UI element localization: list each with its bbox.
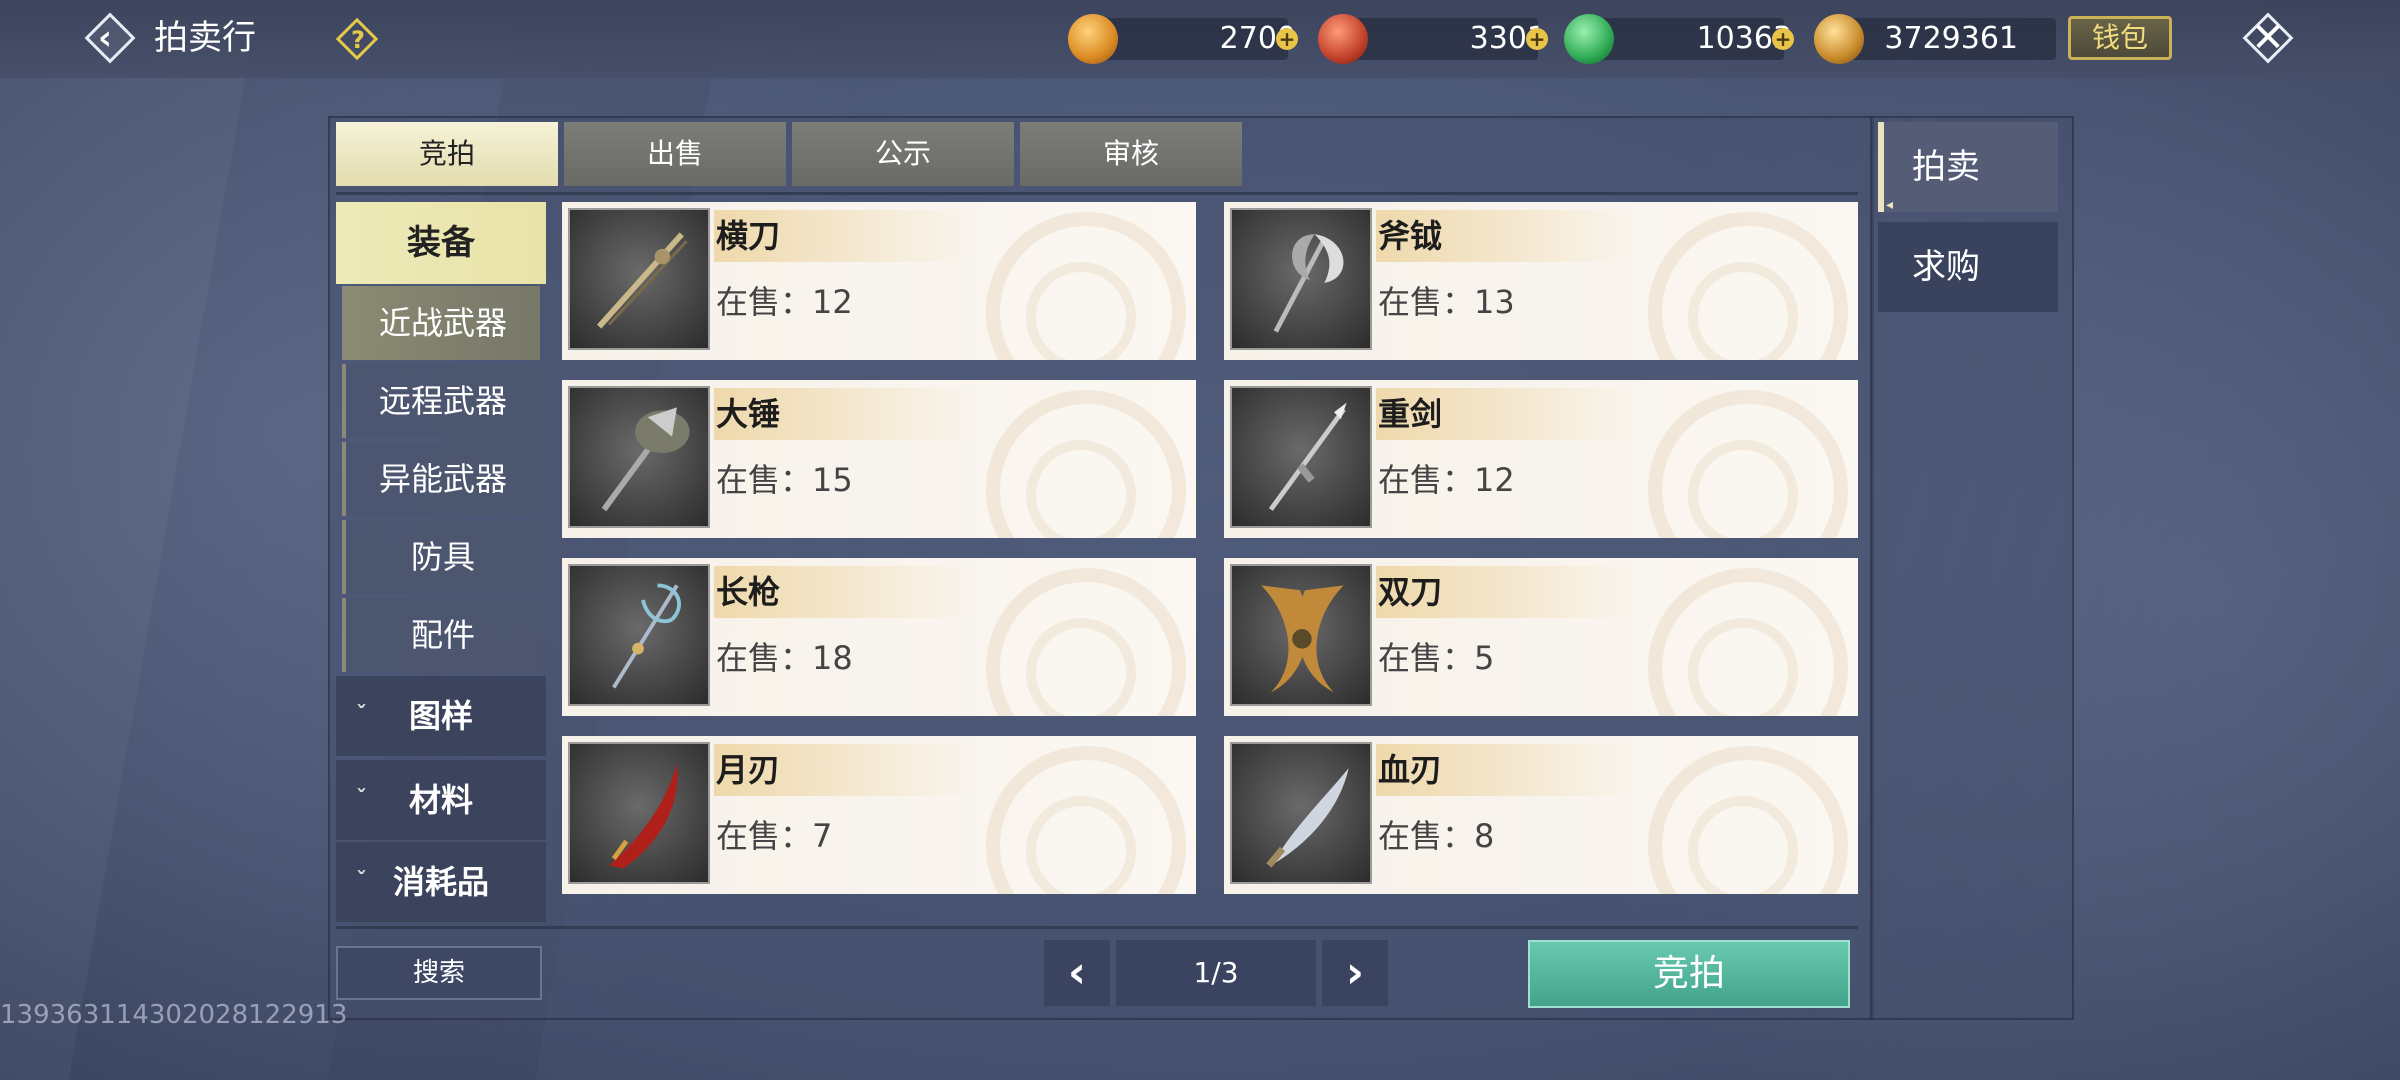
item-card[interactable]: 重剑在售：12 [1224,380,1858,538]
item-card[interactable]: 斧钺在售：13 [1224,202,1858,360]
previous-page-button[interactable]: ‹ [1044,940,1110,1006]
item-card[interactable]: 横刀在售：12 [562,202,1196,360]
subcategory-accessories[interactable]: 配件 [342,598,540,672]
weapon-icon [568,208,710,350]
currency-gold-leaf: 3729361 [1814,14,2056,64]
bid-button[interactable]: 竞拍 [1528,940,1850,1008]
currency-gold: 2700 + [1068,14,1298,64]
weapon-icon [1230,564,1372,706]
item-card[interactable]: 双刀在售：5 [1224,558,1858,716]
add-red-currency-button[interactable]: + [1526,28,1548,50]
item-stock: 在售：12 [716,283,853,321]
item-name: 重剑 [1378,395,1443,433]
page-indicator: 1/3 [1116,940,1316,1006]
help-button[interactable]: ? [335,17,380,62]
currency-red: 3301 + [1318,14,1548,64]
gold-leaf-icon [1814,14,1864,64]
item-card[interactable]: 大锤在售：15 [562,380,1196,538]
weapon-icon [568,386,710,528]
item-card[interactable]: 血刃在售：8 [1224,736,1858,894]
chevron-left-icon: ‹ [1067,947,1087,998]
user-id: 1393631143020281229​13 [0,1000,348,1030]
chevron-down-icon: ˇ [356,787,367,812]
tab-purchase-request[interactable]: 求购 [1878,222,2058,312]
item-stock: 在售：13 [1378,283,1515,321]
weapon-icon [1230,386,1372,528]
item-name: 长枪 [716,573,781,611]
weapon-icon [568,742,710,884]
item-stock: 在售：18 [716,639,853,677]
close-icon: ✕ [2251,15,2285,61]
item-name: 双刀 [1378,573,1443,611]
tab-sell[interactable]: 出售 [564,122,786,186]
item-stock: 在售：5 [1378,639,1495,677]
category-consumables[interactable]: ˇ 消耗品 [336,842,546,922]
item-card[interactable]: 长枪在售：18 [562,558,1196,716]
subcategory-melee-weapons[interactable]: 近战武器 [342,286,540,360]
item-name: 月刃 [716,751,781,789]
item-stock: 在售：15 [716,461,853,499]
item-stock: 在售：8 [1378,817,1495,855]
weapon-icon [1230,742,1372,884]
item-card[interactable]: 月刃在售：7 [562,736,1196,894]
close-button[interactable]: ✕ [2238,8,2298,68]
add-gold-button[interactable]: + [1276,28,1298,50]
tab-divider [336,192,1858,195]
category-blueprints[interactable]: ˇ 图样 [336,676,546,756]
add-jade-button[interactable]: + [1772,28,1794,50]
question-icon: ? [351,26,365,54]
subcategory-esper-weapons[interactable]: 异能武器 [342,442,540,516]
tab-review[interactable]: 审核 [1020,122,1242,186]
tab-auction[interactable]: ◂ 拍卖 [1878,122,2058,213]
wallet-button[interactable]: 钱包 [2068,16,2172,60]
currency-jade: 10363 + [1564,14,1794,64]
item-stock: 在售：12 [1378,461,1515,499]
category-equipment[interactable]: 装备 [336,202,546,284]
tab-publicity[interactable]: 公示 [792,122,1014,186]
weapon-icon [1230,208,1372,350]
item-name: 斧钺 [1378,217,1443,255]
search-button[interactable]: 搜索 [336,946,542,1000]
page-title: 拍卖行 [154,18,256,58]
item-stock: 在售：7 [716,817,833,855]
chevron-down-icon: ˇ [356,869,367,894]
tab-bid[interactable]: 竞拍 [336,122,558,186]
weapon-icon [568,564,710,706]
back-button[interactable]: ‹ [80,8,140,68]
chevron-left-icon: ‹ [98,18,113,58]
footer-divider [336,926,1858,929]
top-bar: ‹ 拍卖行 ? 2700 + 3301 + 10363 + 3729361 钱包… [0,0,2400,78]
chevron-right-icon: › [1345,947,1365,998]
item-name: 大锤 [716,395,781,433]
red-swirl-icon [1318,14,1368,64]
jade-icon [1564,14,1614,64]
item-name: 血刃 [1378,751,1443,789]
next-page-button[interactable]: › [1322,940,1388,1006]
subcategory-ranged-weapons[interactable]: 远程武器 [342,364,540,438]
subcategory-armor[interactable]: 防具 [342,520,540,594]
gold-coin-icon [1068,14,1118,64]
chevron-down-icon: ˇ [356,703,367,728]
category-materials[interactable]: ˇ 材料 [336,760,546,840]
item-name: 横刀 [716,217,781,255]
